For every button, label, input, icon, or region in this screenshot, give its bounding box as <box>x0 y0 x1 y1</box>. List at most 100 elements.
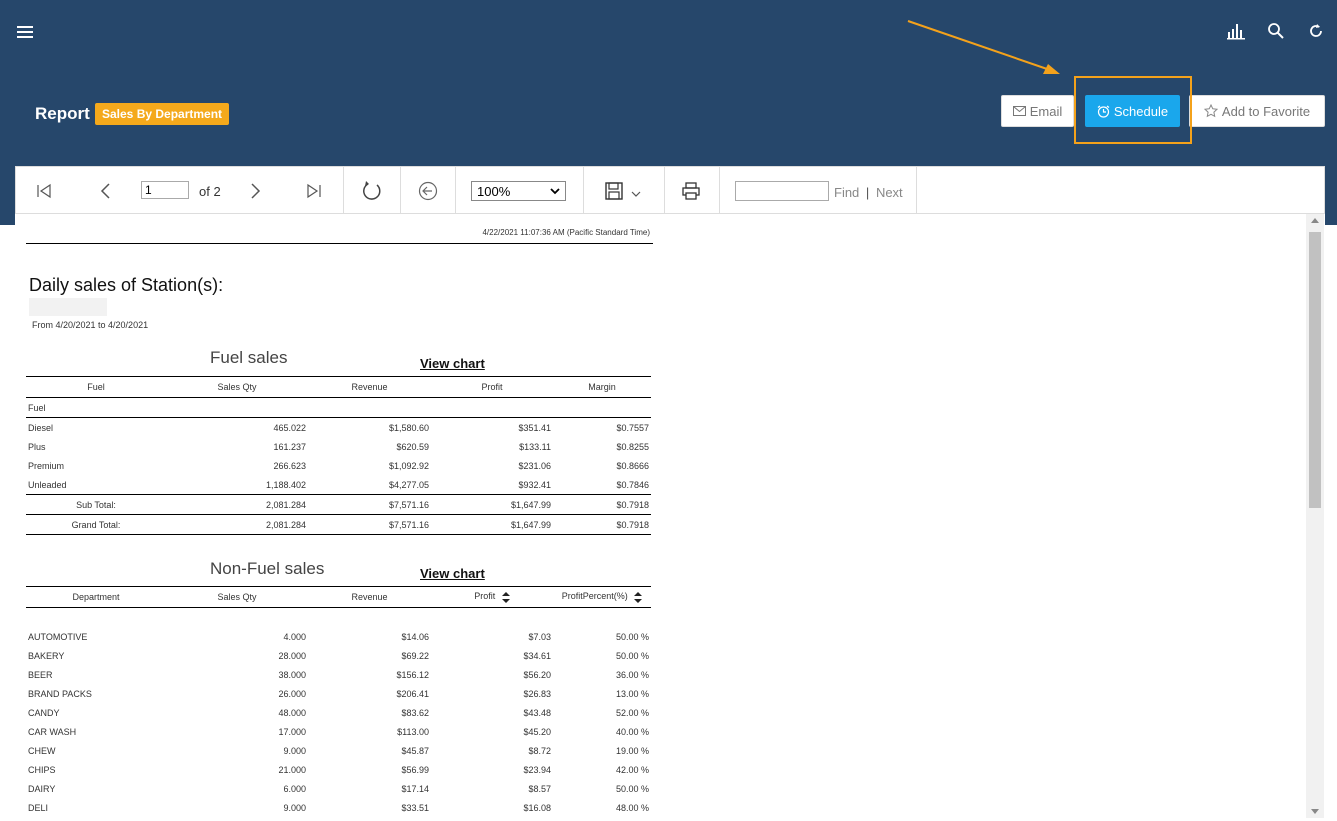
next-page-button[interactable] <box>249 167 263 214</box>
table-cell: BEER <box>28 669 53 680</box>
nonfuel-sales-title: Non-Fuel sales <box>210 559 325 578</box>
top-icons <box>1227 22 1325 40</box>
column-header-label: Profit <box>474 591 496 602</box>
report-title: Daily sales of Station(s): <box>29 275 224 295</box>
table-cell: $0.7557 <box>616 422 649 433</box>
table-cell: 48.000 <box>278 707 306 718</box>
column-header: Revenue <box>308 586 431 608</box>
table-cell: $156.12 <box>396 669 429 680</box>
spacer-row <box>26 608 651 628</box>
table-row: BEER 38.000 $156.12 $56.20 36.00 % <box>26 665 651 684</box>
star-icon <box>1203 104 1218 118</box>
table-cell: 42.00 % <box>615 764 649 775</box>
save-export-button[interactable] <box>604 167 641 214</box>
table-cell: AUTOMOTIVE <box>28 631 88 642</box>
last-page-button[interactable] <box>306 167 322 214</box>
scroll-up-arrow-icon[interactable] <box>1311 218 1319 223</box>
sort-icon[interactable] <box>501 591 510 603</box>
report-name-badge: Sales By Department <box>95 103 230 125</box>
table-cell: 38.000 <box>278 669 306 680</box>
email-label: Email <box>1029 103 1063 119</box>
report-viewer-toolbar: of 2 100% <box>15 166 1325 214</box>
table-cell: Premium <box>28 460 65 471</box>
table-cell: Unleaded <box>28 479 67 490</box>
column-header: Fuel <box>26 376 166 398</box>
envelope-icon <box>1012 106 1026 116</box>
table-cell: $932.41 <box>518 479 551 490</box>
table-cell: $7,571.16 <box>308 494 431 515</box>
table-cell: $620.59 <box>396 441 429 452</box>
chart-icon[interactable] <box>1227 22 1245 40</box>
sortable-column-header[interactable]: Profit <box>431 586 553 608</box>
table-cell: CANDY <box>28 707 60 718</box>
favorite-label: Add to Favorite <box>1221 103 1311 119</box>
table-cell: DELI <box>28 802 49 813</box>
table-cell: Sub Total: <box>26 494 166 515</box>
table-cell: 9.000 <box>283 745 306 756</box>
first-page-button[interactable] <box>36 167 52 214</box>
table-row: CHEW 9.000 $45.87 $8.72 19.00 % <box>26 741 651 760</box>
vertical-scrollbar[interactable] <box>1306 214 1324 818</box>
sort-icon[interactable] <box>634 591 643 603</box>
table-row: Unleaded 1,188.402 $4,277.05 $932.41 $0.… <box>26 475 651 495</box>
column-header: Margin <box>553 376 651 398</box>
scrollbar-thumb[interactable] <box>1309 232 1321 508</box>
table-cell: 50.00 % <box>615 783 649 794</box>
table-row: Plus 161.237 $620.59 $133.11 $0.8255 <box>26 437 651 456</box>
table-row: CHIPS 21.000 $56.99 $23.94 42.00 % <box>26 760 651 779</box>
table-cell: DAIRY <box>28 783 56 794</box>
search-icon[interactable] <box>1267 22 1285 40</box>
chevron-right-icon <box>251 182 261 199</box>
nonfuel-view-chart-link[interactable]: View chart <box>420 566 485 581</box>
table-cell: $56.99 <box>401 764 429 775</box>
table-cell: 19.00 % <box>615 745 649 756</box>
fuel-view-chart-link[interactable]: View chart <box>420 356 485 371</box>
table-cell: $4,277.05 <box>388 479 429 490</box>
table-cell: Diesel <box>28 422 54 433</box>
table-cell: $113.00 <box>397 726 429 737</box>
sortable-column-header[interactable]: ProfitPercent(%) <box>553 586 651 608</box>
last-page-icon <box>307 183 321 198</box>
table-row: DAIRY 6.000 $17.14 $8.57 50.00 % <box>26 779 651 798</box>
table-cell: 161.237 <box>273 441 306 452</box>
scroll-down-arrow-icon[interactable] <box>1311 809 1319 814</box>
refresh-report-button[interactable] <box>361 167 383 214</box>
next-link[interactable]: Next <box>876 185 903 200</box>
find-link[interactable]: Find <box>834 185 859 200</box>
toolbar-separator <box>583 167 584 214</box>
table-cell: 1,188.402 <box>265 479 306 490</box>
table-cell: 266.623 <box>273 460 306 471</box>
fuel-sales-title: Fuel sales <box>210 348 288 367</box>
zoom-select[interactable]: 100% <box>471 181 566 201</box>
refresh-icon[interactable] <box>1307 22 1325 40</box>
report-timestamp: 4/22/2021 11:07:36 AM (Pacific Standard … <box>482 228 650 237</box>
table-cell: CAR WASH <box>28 726 77 737</box>
table-cell: Plus <box>28 441 46 452</box>
find-text-input[interactable] <box>735 181 829 201</box>
table-cell: 13.00 % <box>615 688 649 699</box>
fuel-sales-table: Fuel Sales Qty Revenue Profit Margin Fue… <box>26 376 651 535</box>
column-header: Sales Qty <box>166 376 308 398</box>
table-cell: $26.83 <box>523 688 551 699</box>
table-cell: $33.51 <box>401 802 429 813</box>
refresh-icon <box>363 180 381 200</box>
table-row: Diesel 465.022 $1,580.60 $351.41 $0.7557 <box>26 418 651 438</box>
table-cell: $34.61 <box>523 650 551 661</box>
table-cell: 52.00 % <box>615 707 649 718</box>
print-button[interactable] <box>681 167 701 214</box>
group-label: Fuel <box>26 397 651 418</box>
back-button[interactable] <box>418 167 438 214</box>
table-cell: $8.72 <box>528 745 551 756</box>
grandtotal-row: Grand Total: 2,081.284 $7,571.16 $1,647.… <box>26 514 651 535</box>
page-number-input[interactable] <box>141 181 189 199</box>
table-cell: $0.8255 <box>616 441 649 452</box>
add-to-favorite-button[interactable]: Add to Favorite <box>1189 95 1325 127</box>
email-button[interactable]: Email <box>1001 95 1074 127</box>
previous-page-button[interactable] <box>98 167 112 214</box>
table-cell: $14.06 <box>401 631 429 642</box>
toolbar-separator <box>719 167 720 214</box>
table-cell: $0.7918 <box>553 514 651 535</box>
table-cell: $45.87 <box>401 745 429 756</box>
hamburger-menu-icon[interactable] <box>17 26 33 40</box>
table-cell: $0.7918 <box>553 494 651 515</box>
